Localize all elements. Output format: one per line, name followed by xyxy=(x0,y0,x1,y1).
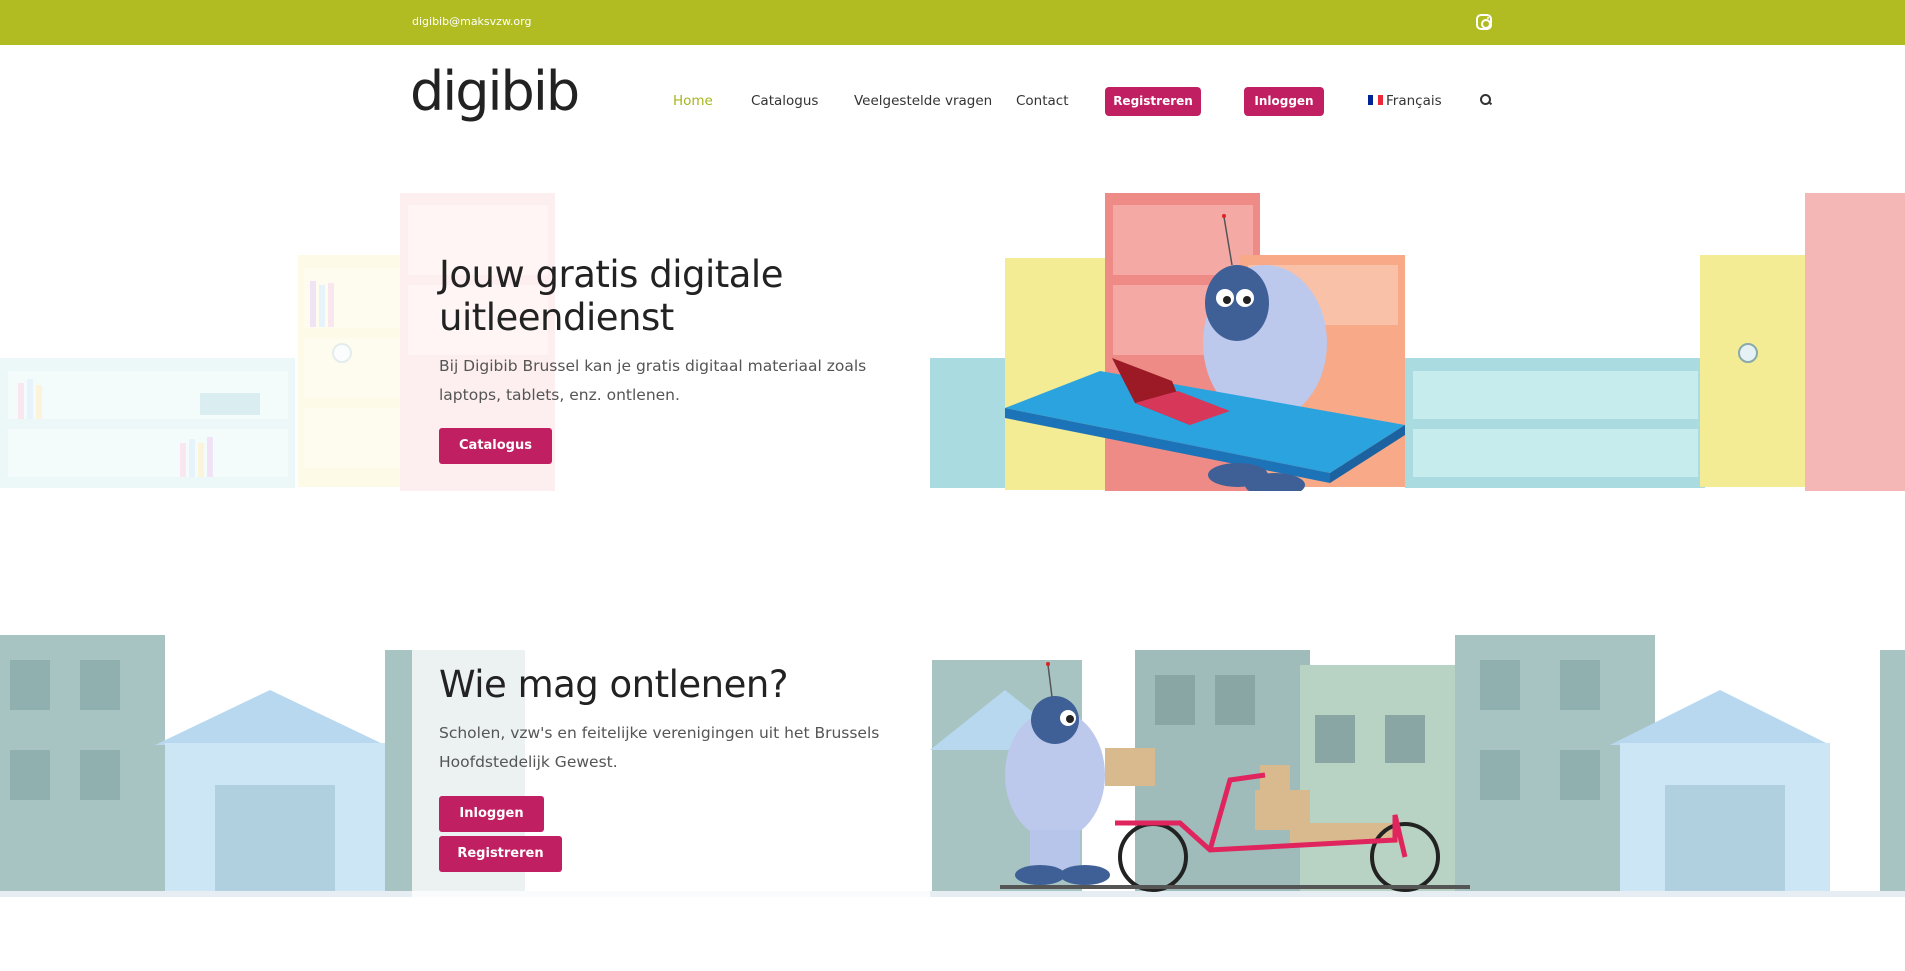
hero-illustration xyxy=(0,193,1905,491)
search-icon[interactable] xyxy=(1480,94,1492,106)
eligibility-description: Scholen, vzw's en feitelijke vereniginge… xyxy=(439,719,879,777)
eligibility-login-button[interactable]: Inloggen xyxy=(439,796,544,832)
nav-faq[interactable]: Veelgestelde vragen xyxy=(854,93,992,109)
contact-email-link[interactable]: digibib@maksvzw.org xyxy=(412,15,531,28)
street-illustration xyxy=(0,635,1905,897)
eligibility-illustration xyxy=(0,635,1905,897)
eligibility-text-line: Scholen, vzw's en feitelijke vereniginge… xyxy=(439,724,880,742)
eligibility-text-line: Hoofdstedelijk Gewest. xyxy=(439,753,618,771)
hero-title-line: Jouw gratis digitale xyxy=(439,253,783,296)
hero-text-line: laptops, tablets, enz. ontlenen. xyxy=(439,386,680,404)
hero-title: Jouw gratis digitale uitleendienst xyxy=(439,253,783,339)
nav-catalogus[interactable]: Catalogus xyxy=(751,93,818,109)
register-button[interactable]: Registreren xyxy=(1105,87,1201,116)
hero-title-line: uitleendienst xyxy=(439,296,674,339)
eligibility-register-button[interactable]: Registreren xyxy=(439,836,562,872)
nav-contact[interactable]: Contact xyxy=(1016,93,1069,109)
language-label: Français xyxy=(1386,93,1442,109)
hero-text-line: Bij Digibib Brussel kan je gratis digita… xyxy=(439,357,867,375)
catalogus-button[interactable]: Catalogus xyxy=(439,428,552,464)
nav-home[interactable]: Home xyxy=(673,93,713,109)
login-button[interactable]: Inloggen xyxy=(1244,87,1324,116)
eligibility-title: Wie mag ontlenen? xyxy=(439,663,788,706)
top-bar: digibib@maksvzw.org xyxy=(0,0,1905,45)
flag-fr-icon xyxy=(1368,95,1383,105)
hero-description: Bij Digibib Brussel kan je gratis digita… xyxy=(439,352,866,410)
site-header: digibib Home Catalogus Veelgestelde vrag… xyxy=(0,45,1905,157)
instagram-icon[interactable] xyxy=(1476,14,1492,30)
site-logo[interactable]: digibib xyxy=(410,65,580,119)
language-switcher[interactable]: Français xyxy=(1368,93,1442,109)
